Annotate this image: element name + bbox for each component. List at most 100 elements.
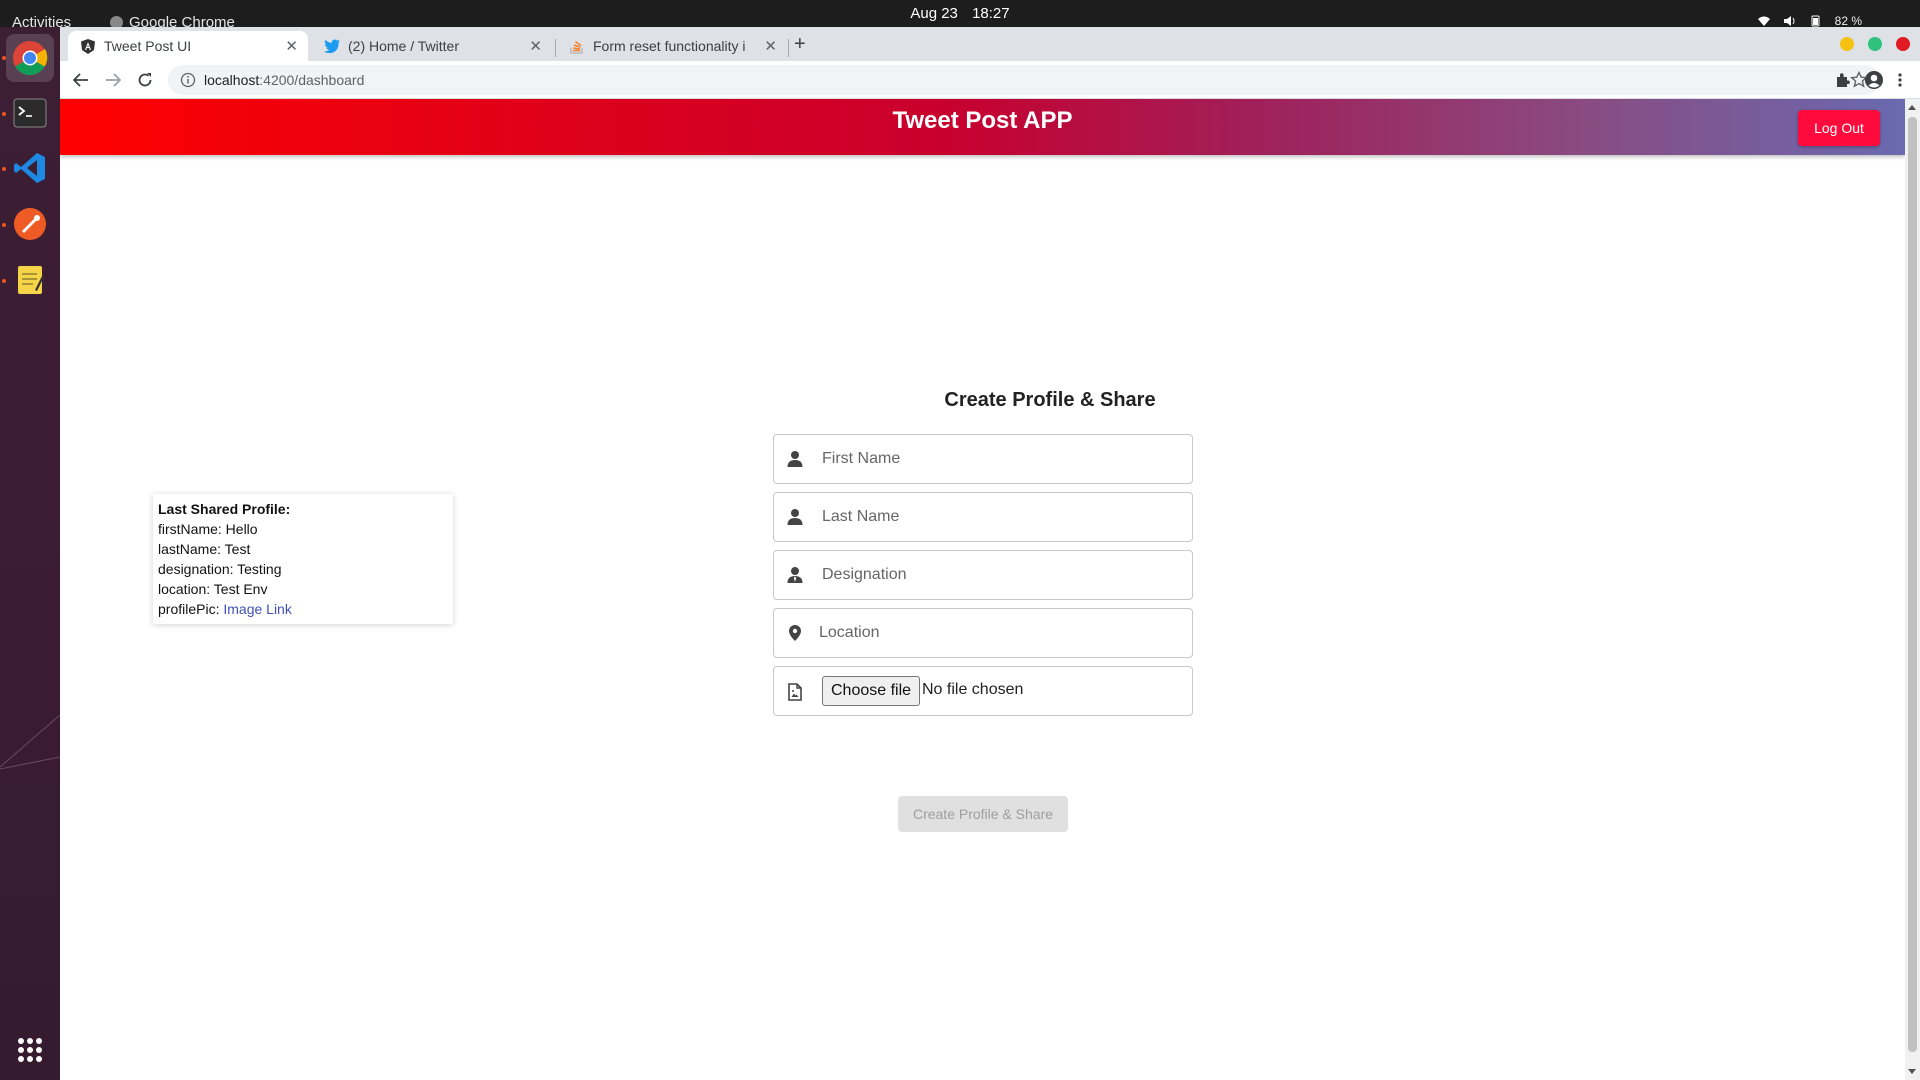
system-top-bar: Activities Google Chrome Aug 23 18:27 82… (0, 0, 1920, 31)
scroll-up-icon[interactable] (1908, 105, 1916, 110)
tab-close-icon[interactable]: ✕ (764, 37, 777, 55)
last-profile-pic-row: profilePic: Image Link (158, 599, 448, 619)
app-header: Tweet Post APP Log Out (60, 99, 1905, 155)
page-scrollbar[interactable] (1905, 99, 1920, 1080)
chrome-menu-button[interactable] (1890, 70, 1910, 90)
tab-twitter[interactable]: (2) Home / Twitter ✕ (312, 31, 552, 61)
last-profile-pic-label: profilePic: (158, 601, 224, 617)
designation-input[interactable] (822, 559, 1182, 591)
dock-wallpaper-lines (0, 714, 60, 770)
create-profile-share-button[interactable]: Create Profile & Share (898, 796, 1068, 832)
volume-icon (1783, 16, 1795, 26)
stackoverflow-favicon-icon (569, 38, 585, 54)
dock (0, 27, 60, 1080)
vscode-icon (14, 153, 45, 183)
url-path: :4200/dashboard (259, 72, 365, 88)
terminal-icon (13, 98, 47, 128)
dock-text-editor[interactable] (6, 256, 54, 304)
tab-close-icon[interactable]: ✕ (529, 37, 542, 55)
battery-percent: 82 % (1834, 14, 1862, 28)
show-applications-button[interactable] (18, 1038, 42, 1062)
tab-title: Tweet Post UI (104, 38, 192, 54)
tab-title: (2) Home / Twitter (348, 38, 459, 54)
postman-icon (14, 208, 46, 240)
dock-chrome[interactable] (6, 34, 54, 82)
first-name-input[interactable] (822, 443, 1182, 475)
kebab-menu-icon (1898, 73, 1902, 87)
system-tray[interactable]: 82 % (1757, 14, 1862, 28)
dock-running-dot (2, 279, 6, 283)
twitter-favicon-icon (324, 38, 340, 54)
last-profile-last-name: lastName: Test (158, 541, 251, 557)
site-info-icon[interactable] (180, 72, 196, 88)
map-marker-icon (789, 625, 801, 641)
forward-arrow-icon (106, 73, 121, 87)
tab-separator (555, 39, 556, 57)
clock-date: Aug 23 (910, 5, 958, 22)
user-tie-icon (787, 567, 803, 583)
address-bar[interactable]: localhost:4200/dashboard (168, 65, 1880, 95)
last-profile-designation: designation: Testing (158, 561, 282, 577)
dock-running-dot (2, 223, 6, 227)
account-icon (1865, 71, 1883, 89)
tab-close-icon[interactable]: ✕ (285, 37, 298, 55)
minimize-button[interactable] (1840, 37, 1854, 51)
dock-running-dot (2, 167, 6, 171)
last-shared-profile-card: Last Shared Profile: firstName: Hello la… (153, 494, 453, 624)
forward-button[interactable] (103, 70, 123, 90)
new-tab-button[interactable]: + (794, 33, 806, 56)
user-icon (787, 509, 803, 525)
last-profile-first-name: firstName: Hello (158, 521, 258, 537)
puzzle-icon (1837, 73, 1850, 87)
logout-button[interactable]: Log Out (1798, 110, 1880, 146)
angular-favicon-icon (80, 38, 96, 54)
back-arrow-icon (73, 73, 88, 87)
maximize-button[interactable] (1868, 37, 1882, 51)
last-name-input[interactable] (822, 501, 1182, 533)
tab-separator (788, 39, 789, 57)
text-editor-icon (18, 266, 44, 294)
profile-button[interactable] (1864, 70, 1884, 90)
page-viewport: Tweet Post APP Log Out Last Shared Profi… (60, 99, 1905, 1080)
chrome-icon (13, 41, 48, 75)
designation-field (773, 550, 1193, 600)
dock-running-dot (2, 112, 6, 116)
user-icon (787, 451, 803, 467)
scrollbar-thumb[interactable] (1908, 117, 1917, 1052)
battery-icon (1811, 15, 1820, 27)
reload-icon (138, 73, 152, 87)
image-link[interactable]: Image Link (223, 601, 291, 617)
choose-file-button[interactable]: Choose file (822, 676, 921, 706)
form-title: Create Profile & Share (944, 389, 1156, 411)
first-name-field (773, 434, 1193, 484)
extensions-button[interactable] (1833, 70, 1853, 90)
back-button[interactable] (71, 70, 91, 90)
url-host: localhost (204, 72, 260, 88)
url-text: localhost:4200/dashboard (204, 72, 364, 88)
clock[interactable]: Aug 23 18:27 (0, 5, 1920, 22)
file-image-icon (788, 683, 802, 701)
close-window-button[interactable] (1896, 37, 1910, 51)
location-field (773, 608, 1193, 658)
tab-tweet-post-ui[interactable]: Tweet Post UI ✕ (68, 31, 308, 61)
dock-running-dot (2, 56, 6, 60)
last-profile-location: location: Test Env (158, 581, 268, 597)
dock-terminal[interactable] (6, 89, 54, 137)
tab-title: Form reset functionality i (593, 38, 746, 54)
browser-toolbar: localhost:4200/dashboard (60, 61, 1920, 99)
last-profile-heading: Last Shared Profile: (158, 501, 291, 517)
tab-strip: Tweet Post UI ✕ (2) Home / Twitter ✕ For… (60, 27, 1920, 61)
dock-vscode[interactable] (6, 144, 54, 192)
tab-stackoverflow[interactable]: Form reset functionality i ✕ (557, 31, 787, 61)
profile-pic-field: Choose file No file chosen (773, 666, 1193, 716)
reload-button[interactable] (135, 70, 155, 90)
clock-time: 18:27 (972, 5, 1010, 22)
app-title: Tweet Post APP (892, 107, 1073, 134)
scroll-down-icon[interactable] (1908, 1069, 1916, 1074)
wifi-icon (1757, 16, 1770, 26)
file-status-text: No file chosen (922, 681, 1024, 698)
last-name-field (773, 492, 1193, 542)
location-input[interactable] (819, 617, 1179, 649)
dock-postman[interactable] (6, 200, 54, 248)
chrome-window: Tweet Post UI ✕ (2) Home / Twitter ✕ For… (60, 27, 1920, 1080)
